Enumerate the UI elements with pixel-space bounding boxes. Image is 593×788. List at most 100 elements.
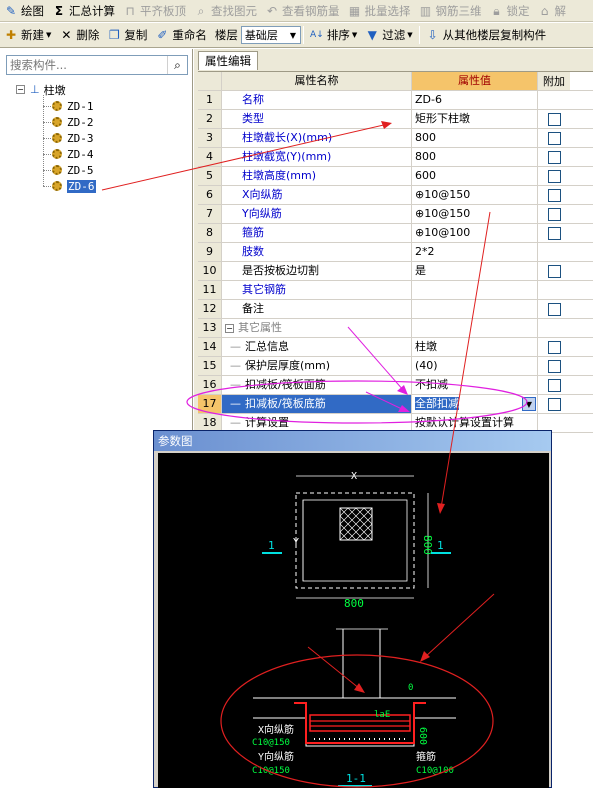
property-value-cell[interactable]	[412, 300, 538, 318]
x-bar-value: C10@150	[252, 738, 290, 748]
attach-cell	[538, 319, 570, 337]
table-row[interactable]: 2 类型 矩形下柱墩	[198, 110, 593, 129]
property-value-cell[interactable]: 全部扣减 ▼	[412, 395, 538, 413]
table-row[interactable]: 11 其它钢筋	[198, 281, 593, 300]
attach-checkbox[interactable]	[547, 207, 561, 221]
tree-item-zd-1[interactable]: ZD-1	[52, 99, 94, 113]
property-value-cell[interactable]: 柱墩	[412, 338, 538, 356]
table-row[interactable]: 14 — 汇总信息 柱墩	[198, 338, 593, 357]
table-row[interactable]: 4 柱墩截宽(Y)(mm) 800	[198, 148, 593, 167]
table-row[interactable]: 13− 其它属性	[198, 319, 593, 338]
table-row[interactable]: 3 柱墩截长(X)(mm) 800	[198, 129, 593, 148]
attach-checkbox[interactable]	[547, 378, 561, 392]
row-index: 14	[198, 338, 222, 356]
property-name: 类型	[242, 112, 264, 125]
property-value-cell[interactable]: ⊕10@150	[412, 186, 538, 204]
collapse-toggle-icon[interactable]: −	[225, 324, 234, 333]
property-value-cell[interactable]: ⊕10@150	[412, 205, 538, 223]
attach-checkbox[interactable]	[547, 131, 561, 145]
attach-checkbox[interactable]	[547, 169, 561, 183]
delete-button[interactable]: ✕ 删除	[55, 25, 103, 45]
floor-select[interactable]: 基础层 ▼	[240, 26, 301, 44]
find-element-button[interactable]: ⌕ 查找图元	[190, 1, 261, 21]
attach-checkbox[interactable]	[547, 302, 561, 316]
rebar-3d-button[interactable]: ▥ 钢筋三维	[415, 1, 486, 21]
property-value-cell[interactable]: 600	[412, 167, 538, 185]
table-row[interactable]: 12 备注	[198, 300, 593, 319]
attach-checkbox[interactable]	[547, 340, 561, 354]
table-row[interactable]: 10 是否按板边切割 是	[198, 262, 593, 281]
align-slab-top-button[interactable]: ⊓ 平齐板顶	[119, 1, 190, 21]
tree-connector	[43, 154, 51, 155]
table-row[interactable]: 1 名称 ZD-6	[198, 91, 593, 110]
stirrup-label: 箍筋	[416, 750, 436, 763]
tree-item-zd-5[interactable]: ZD-5	[52, 163, 94, 177]
attach-checkbox[interactable]	[547, 112, 561, 126]
property-name-cell: 备注	[222, 300, 412, 318]
unlock-button[interactable]: ⌂ 解	[534, 1, 571, 21]
search-icon[interactable]: ⌕	[167, 56, 187, 74]
property-value-cell[interactable]: ⊕10@100	[412, 224, 538, 242]
view-rebar-button[interactable]: ↶ 查看钢筋量	[261, 1, 344, 21]
tab-property-edit[interactable]: 属性编辑	[198, 51, 258, 70]
property-value-cell[interactable]: 2*2	[412, 243, 538, 261]
tree-item-zd-3[interactable]: ZD-3	[52, 131, 94, 145]
chevron-down-icon: ▼	[407, 31, 413, 39]
attach-cell	[538, 167, 570, 185]
table-row[interactable]: 8 箍筋 ⊕10@100	[198, 224, 593, 243]
property-value-cell[interactable]: 是	[412, 262, 538, 280]
table-row[interactable]: 9 肢数 2*2	[198, 243, 593, 262]
attach-checkbox[interactable]	[547, 264, 561, 278]
tree-root-pier[interactable]: − ⊥ 柱墩	[16, 82, 66, 97]
table-row[interactable]: 5 柱墩高度(mm) 600	[198, 167, 593, 186]
property-value-cell[interactable]	[412, 281, 538, 299]
property-name: Y向纵筋	[242, 207, 282, 220]
attach-checkbox[interactable]	[547, 359, 561, 373]
row-index: 12	[198, 300, 222, 318]
table-row[interactable]: 6 X向纵筋 ⊕10@150	[198, 186, 593, 205]
attach-cell	[538, 395, 570, 413]
search-input[interactable]	[7, 56, 167, 74]
tree-item-zd-4[interactable]: ZD-4	[52, 147, 94, 161]
tree-item-zd-2[interactable]: ZD-2	[52, 115, 94, 129]
table-row[interactable]: 16 — 扣减板/筏板面筋 不扣减	[198, 376, 593, 395]
property-name: 柱墩截宽(Y)(mm)	[242, 150, 332, 163]
rename-button[interactable]: ✐ 重命名	[151, 25, 211, 45]
property-name: 保护层厚度(mm)	[245, 359, 331, 372]
table-row[interactable]: 15 — 保护层厚度(mm) (40)	[198, 357, 593, 376]
tree-connector	[43, 138, 51, 139]
collapse-toggle-icon[interactable]: −	[16, 85, 25, 94]
dialog-title[interactable]: 参数图	[154, 431, 551, 451]
tree-connector: —	[230, 340, 241, 353]
attach-cell	[538, 300, 570, 318]
property-value-cell[interactable]: 矩形下柱墩	[412, 110, 538, 128]
tree-connector: —	[230, 416, 241, 429]
property-name-cell: 名称	[222, 91, 412, 109]
property-value-cell[interactable]: (40)	[412, 357, 538, 375]
new-button[interactable]: ✚ 新建 ▼	[0, 25, 55, 45]
attach-checkbox[interactable]	[547, 226, 561, 240]
tree-item-zd-6[interactable]: ZD-6	[52, 179, 96, 193]
property-value-cell[interactable]: 800	[412, 148, 538, 166]
anchor-length-label: laE	[374, 710, 390, 720]
copy-from-floor-button[interactable]: ⇩ 从其他楼层复制构件	[422, 25, 551, 45]
summary-calc-button[interactable]: Σ 汇总计算	[48, 1, 119, 21]
attach-checkbox[interactable]	[547, 397, 561, 411]
table-row[interactable]: 17 — 扣减板/筏板底筋 全部扣减 ▼	[198, 395, 593, 414]
table-row[interactable]: 7 Y向纵筋 ⊕10@150	[198, 205, 593, 224]
property-value-cell[interactable]: 不扣减	[412, 376, 538, 394]
chevron-down-icon[interactable]: ▼	[522, 397, 536, 411]
property-name-cell: — 扣减板/筏板底筋	[222, 395, 412, 413]
filter-button[interactable]: ▼ 过滤 ▼	[361, 25, 416, 45]
sort-button[interactable]: A↓ 排序 ▼	[306, 25, 361, 45]
draw-button[interactable]: ✎ 绘图	[0, 1, 48, 21]
property-value-cell[interactable]: 800	[412, 129, 538, 147]
plan-x-label: X	[351, 471, 357, 482]
batch-select-button[interactable]: ▦ 批量选择	[344, 1, 415, 21]
attach-checkbox[interactable]	[547, 150, 561, 164]
property-value-cell[interactable]: ZD-6	[412, 91, 538, 109]
attach-checkbox[interactable]	[547, 188, 561, 202]
property-value-cell[interactable]	[412, 319, 538, 337]
copy-button[interactable]: ❐ 复制	[103, 25, 151, 45]
lock-button[interactable]: 🔒︎ 锁定	[486, 1, 534, 21]
